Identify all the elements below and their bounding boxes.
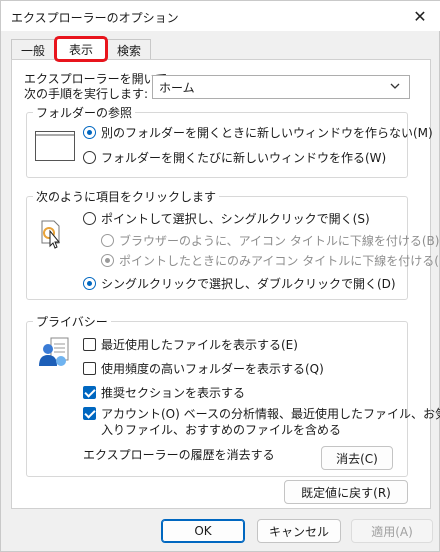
- option-single-click-label: ポイントして選択し、シングルクリックで開く(S): [101, 212, 370, 226]
- radio-underline-browser[interactable]: [101, 234, 114, 247]
- click-items-group: 次のように項目をクリックします ポイントして選択し、シングルクリックで開く(S)…: [26, 188, 440, 300]
- tab-view-label: 表示: [68, 43, 93, 57]
- apply-button[interactable]: 適用(A): [351, 519, 433, 543]
- checkbox-recommended[interactable]: [83, 386, 96, 399]
- tab-general-label: 一般: [20, 44, 45, 58]
- title-bar: エクスプローラーのオプション ✕: [1, 1, 440, 31]
- restore-defaults-button[interactable]: 既定値に戻す(R): [284, 480, 408, 504]
- checkbox-frequent-folders[interactable]: [83, 362, 96, 375]
- ok-button[interactable]: OK: [161, 519, 245, 543]
- clear-history-button-label: 消去(C): [336, 451, 378, 466]
- folder-browse-group: フォルダーの参照 別のフォルダーを開くときに新しいウィンドウを作らない(M) フ…: [26, 104, 433, 178]
- close-icon: ✕: [413, 6, 427, 26]
- option-new-window-label: フォルダーを開くたびに新しいウィンドウを作る(W): [101, 151, 387, 165]
- option-same-window[interactable]: 別のフォルダーを開くときに新しいウィンドウを作らない(M): [83, 124, 433, 141]
- folder-options-dialog: エクスプローラーのオプション ✕ 一般 表示 検索 エクスプローラーを開いて、 …: [0, 0, 440, 552]
- privacy-group: プライバシー 最近使用したファイルを表示する(E) 使用頻度の高いフォルダーを表…: [26, 313, 440, 477]
- radio-same-window[interactable]: [83, 126, 96, 139]
- radio-single-click[interactable]: [83, 212, 96, 225]
- option-recommended-label: 推奨セクションを表示する: [101, 386, 246, 400]
- tab-view[interactable]: 表示: [55, 37, 107, 61]
- option-frequent-folders[interactable]: 使用頻度の高いフォルダーを表示する(Q): [83, 360, 324, 377]
- option-double-click-label: シングルクリックで選択し、ダブルクリックで開く(D): [101, 277, 396, 291]
- option-account-insights-line1: アカウント(O) ベースの分析情報、最近使用したファイル、お気に: [101, 407, 440, 421]
- checkbox-account-insights[interactable]: [83, 407, 96, 420]
- option-same-window-label: 別のフォルダーを開くときに新しいウィンドウを作らない(M): [101, 126, 433, 140]
- close-button[interactable]: ✕: [399, 1, 440, 31]
- click-items-title: 次のように項目をクリックします: [33, 188, 220, 205]
- tab-search[interactable]: 検索: [107, 39, 151, 61]
- apply-button-label: 適用(A): [371, 524, 413, 539]
- cancel-button[interactable]: キャンセル: [257, 519, 341, 543]
- option-account-insights-text: アカウント(O) ベースの分析情報、最近使用したファイル、お気に 入りファイル、…: [101, 406, 440, 438]
- click-pointer-icon: [39, 219, 65, 254]
- option-double-click[interactable]: シングルクリックで選択し、ダブルクリックで開く(D): [83, 275, 396, 292]
- option-recent-files-label: 最近使用したファイルを表示する(E): [101, 338, 298, 352]
- option-underline-browser[interactable]: ブラウザーのように、アイコン タイトルに下線を付ける(B): [101, 232, 439, 249]
- radio-double-click[interactable]: [83, 277, 96, 290]
- open-explorer-to-select[interactable]: ホーム: [152, 75, 410, 99]
- tab-search-label: 検索: [116, 44, 141, 58]
- option-single-click[interactable]: ポイントして選択し、シングルクリックで開く(S): [83, 210, 370, 227]
- open-explorer-to-value: ホーム: [159, 80, 195, 95]
- radio-new-window[interactable]: [83, 151, 96, 164]
- option-underline-point-label: ポイントしたときにのみアイコン タイトルに下線を付ける(P): [119, 254, 440, 268]
- tab-general[interactable]: 一般: [11, 39, 55, 61]
- ok-button-label: OK: [194, 524, 212, 538]
- clear-history-button[interactable]: 消去(C): [321, 446, 393, 470]
- option-underline-point[interactable]: ポイントしたときにのみアイコン タイトルに下線を付ける(P): [101, 252, 440, 269]
- window-frame-icon: [35, 131, 75, 164]
- privacy-user-icon: [37, 336, 71, 373]
- option-new-window[interactable]: フォルダーを開くたびに新しいウィンドウを作る(W): [83, 149, 386, 166]
- option-account-insights-line2: 入りファイル、おすすめのファイルを含める: [101, 423, 342, 437]
- folder-browse-title: フォルダーの参照: [33, 104, 136, 121]
- option-account-insights[interactable]: アカウント(O) ベースの分析情報、最近使用したファイル、お気に 入りファイル、…: [83, 406, 440, 438]
- chevron-down-icon: [389, 80, 401, 95]
- open-with-label-line2: 次の手順を実行します:: [24, 87, 149, 101]
- restore-defaults-label: 既定値に戻す(R): [301, 485, 391, 500]
- window-title: エクスプローラーのオプション: [11, 11, 179, 25]
- view-tab-panel: エクスプローラーを開いて、 次の手順を実行します: ホーム フォルダーの参照 別…: [11, 59, 440, 509]
- cancel-button-label: キャンセル: [268, 524, 329, 539]
- option-underline-browser-label: ブラウザーのように、アイコン タイトルに下線を付ける(B): [119, 234, 440, 248]
- checkbox-recent-files[interactable]: [83, 338, 96, 351]
- option-recent-files[interactable]: 最近使用したファイルを表示する(E): [83, 336, 298, 353]
- option-frequent-folders-label: 使用頻度の高いフォルダーを表示する(Q): [101, 362, 324, 376]
- clear-history-label: エクスプローラーの履歴を消去する: [83, 448, 275, 462]
- option-recommended[interactable]: 推奨セクションを表示する: [83, 384, 245, 401]
- radio-underline-point[interactable]: [101, 254, 114, 267]
- privacy-title: プライバシー: [33, 313, 111, 330]
